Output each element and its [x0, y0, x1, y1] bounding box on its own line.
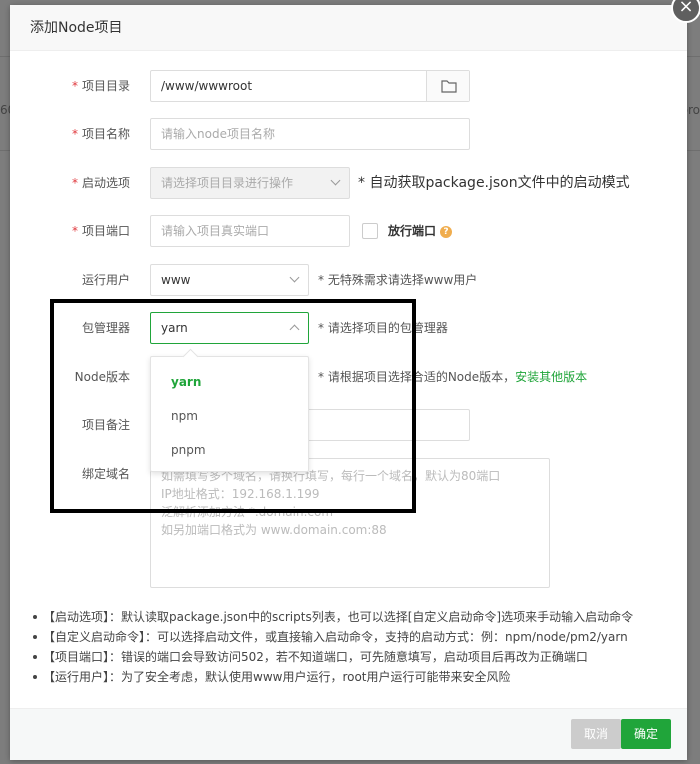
tip-item: 【项目端口】：错误的端口会导致访问502，若不知道端口，可先随意填写，启动项目后…: [30, 647, 670, 667]
open-port-label: 放行端口?: [388, 215, 453, 247]
chevron-down-icon: [330, 175, 341, 186]
install-other-version-link[interactable]: 安装其他版本: [515, 370, 587, 384]
project-dir-label: * 项目目录: [71, 79, 130, 93]
start-option-select[interactable]: 请选择项目目录进行操作: [150, 167, 350, 199]
tips-list: 【启动选项】：默认读取package.json中的scripts列表，也可以选择…: [30, 607, 670, 687]
dialog-title: 添加Node项目: [10, 5, 687, 51]
project-port-input[interactable]: 请输入项目真实端口: [150, 215, 350, 247]
open-port-checkbox[interactable]: [362, 223, 378, 239]
project-name-input[interactable]: 请输入node项目名称: [150, 118, 470, 150]
annotation-highlight-box: [50, 299, 416, 513]
textarea-placeholder-line: 如另加端口格式为 www.domain.com:88: [161, 523, 387, 537]
tip-item: 【启动选项】：默认读取package.json中的scripts列表，也可以选择…: [30, 607, 670, 627]
run-user-label: 运行用户: [81, 273, 130, 287]
run-user-hint: * 无特殊需求请选择www用户: [318, 273, 478, 287]
confirm-button[interactable]: 确定: [621, 719, 671, 749]
project-dir-input[interactable]: /www/wwwroot: [150, 70, 470, 102]
project-name-label: * 项目名称: [71, 127, 130, 141]
question-icon[interactable]: ?: [440, 225, 453, 238]
folder-picker-button[interactable]: [426, 71, 469, 101]
folder-icon: [441, 80, 457, 93]
tip-item: 【自定义启动命令】：可以选择启动文件，或直接输入启动命令，支持的启动方式：例：n…: [30, 627, 670, 647]
dialog-footer: 取消 确定: [10, 708, 687, 760]
chevron-down-icon: [289, 272, 300, 283]
start-option-hint: * 自动获取package.json文件中的启动模式: [358, 175, 630, 191]
start-option-label: * 启动选项: [71, 176, 130, 190]
cancel-button[interactable]: 取消: [571, 719, 621, 749]
tip-item: 【运行用户】：为了安全考虑，默认使用www用户运行，root用户运行可能带来安全…: [30, 667, 670, 687]
project-port-label: * 项目端口: [71, 224, 130, 238]
run-user-select[interactable]: www: [150, 264, 309, 296]
